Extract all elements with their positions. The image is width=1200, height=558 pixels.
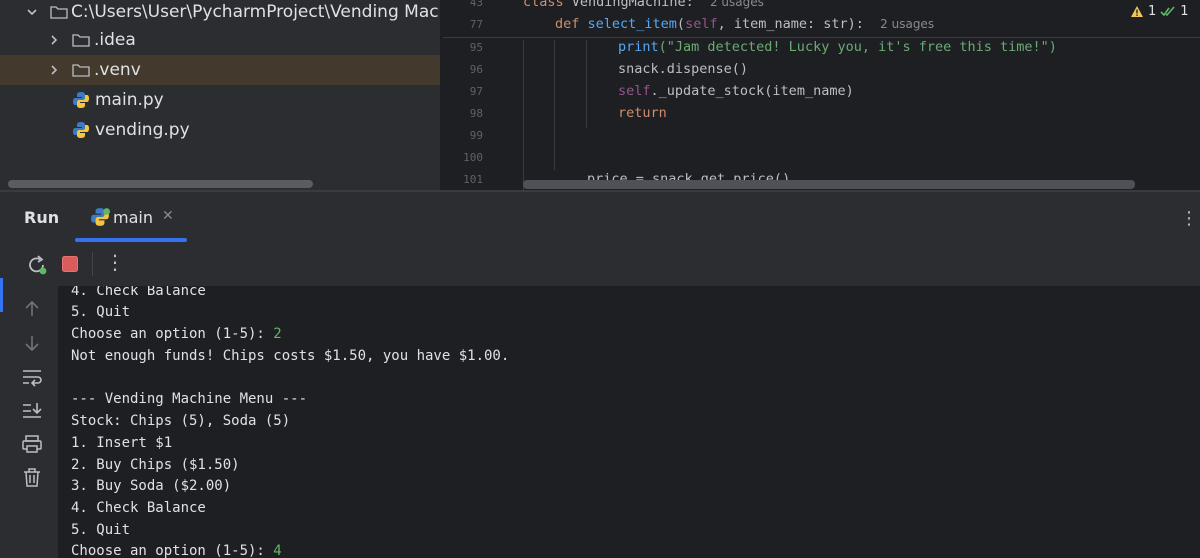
code-keyword: return [618,105,667,121]
project-root-label: C:\Users\User\PycharmProject\Vending Mac [71,2,439,22]
code-self: self [685,16,718,32]
project-horizontal-scrollbar[interactable] [8,180,313,188]
close-icon[interactable]: ✕ [162,208,174,224]
code-string: ("Jam detected! Lucky you, it's free thi… [658,39,1057,55]
console-line: 1. Insert $1 [71,435,173,451]
code-builtin: print [618,39,659,55]
code-line: self._update_stock(item_name) [618,83,854,99]
code-editor[interactable]: 43 class VendingMachine: 2 usages 77 def… [443,0,1200,190]
tree-item-label: .venv [94,60,141,80]
line-number: 96 [469,63,483,76]
toolbar-divider [92,252,93,276]
python-run-icon [91,208,110,226]
console-line: 4. Check Balance [71,286,206,299]
indent-guide [586,40,587,128]
code-call: ._update_stock(item_name) [650,83,854,99]
code-keyword: class [523,0,572,10]
console-prompt: Choose an option (1-5): [71,326,274,342]
usages-hint[interactable]: 2 usages [880,17,934,31]
scroll-to-end-icon[interactable] [20,401,44,421]
code-class-name: VendingMachine: [571,0,694,10]
run-toolbar [0,242,1200,286]
rerun-icon[interactable] [26,254,48,276]
python-file-icon [73,92,89,108]
project-root-row[interactable]: C:\Users\User\PycharmProject\Vending Mac [0,0,440,27]
soft-wrap-icon[interactable] [20,367,44,387]
console-line: 4. Check Balance [71,500,206,516]
run-tool-title: Run [24,208,60,227]
code-keyword: def [555,16,588,32]
more-options-icon[interactable]: ⋮ [1180,208,1198,229]
console-line: Not enough funds! Chips costs $1.50, you… [71,348,510,364]
code-line: snack.dispense() [618,61,749,77]
line-number: 101 [463,173,483,186]
trash-icon[interactable] [20,467,44,487]
console-side-toolbar [0,286,58,558]
stop-icon[interactable] [61,255,79,273]
python-file-icon [73,122,89,138]
console-output[interactable]: 4. Check Balance 5. Quit Choose an optio… [58,286,1200,558]
double-check-icon [1160,5,1175,16]
tree-item-label: main.py [95,90,164,110]
code-line: def select_item(self, item_name: str): 2… [555,16,934,32]
code-line: print("Jam detected! Lucky you, it's fre… [618,39,1057,55]
inspection-widget[interactable]: 1 1 [1130,0,1200,22]
chevron-right-icon[interactable] [47,63,61,77]
console-line: Choose an option (1-5): 2 [71,323,282,345]
tab-main-label: main [113,208,153,227]
editor-horizontal-scrollbar[interactable] [523,180,1135,189]
console-line: Choose an option (1-5): 4 [71,540,282,558]
folder-icon [50,6,68,19]
tree-item-label: vending.py [95,120,190,140]
folder-icon [72,34,90,47]
usages-hint[interactable]: 2 usages [710,0,764,9]
tree-item-vending-py[interactable]: vending.py [0,115,440,145]
code-line: class VendingMachine: 2 usages [523,0,764,10]
console-prompt: Choose an option (1-5): [71,543,274,558]
warning-icon [1131,5,1143,17]
project-pane: C:\Users\User\PycharmProject\Vending Mac… [0,0,440,190]
sticky-header-border [443,37,1200,38]
code-params: , item_name: str): [717,16,864,32]
line-number: 98 [469,107,483,120]
console-line: 5. Quit [71,304,131,320]
tree-item-venv[interactable]: .venv [0,55,440,85]
arrow-up-icon[interactable] [20,299,44,319]
console-line: Stock: Chips (5), Soda (5) [71,413,291,429]
console-line: 5. Quit [71,522,131,538]
code-function-name: select_item [587,16,677,32]
line-number: 43 [469,0,483,9]
line-number: 100 [463,151,483,164]
console-line: --- Vending Machine Menu --- [71,391,308,407]
console-user-input: 4 [273,543,282,558]
weak-warning-count: 1 [1180,3,1189,19]
tree-item-label: .idea [94,30,136,50]
print-icon[interactable] [20,434,44,454]
warning-count: 1 [1148,3,1157,19]
tree-item-main-py[interactable]: main.py [0,85,440,115]
chevron-right-icon[interactable] [47,33,61,47]
line-number: 95 [469,41,483,54]
console-line: 3. Buy Soda ($2.00) [71,478,232,494]
indent-guide [523,40,524,190]
folder-icon [72,64,90,77]
more-options-icon[interactable]: ⋮ [105,250,125,274]
code-line: return [618,105,667,121]
arrow-down-icon[interactable] [20,333,44,353]
indent-guide [554,40,555,170]
code-self: self [618,83,651,99]
line-number: 97 [469,85,483,98]
line-number: 77 [469,18,483,31]
tree-item-idea[interactable]: .idea [0,25,440,55]
line-number: 99 [469,129,483,142]
code-punct: ( [676,16,686,32]
chevron-down-icon[interactable] [25,5,39,19]
console-user-input: 2 [273,326,282,342]
console-line: 2. Buy Chips ($1.50) [71,457,240,473]
focus-indicator [0,278,3,312]
